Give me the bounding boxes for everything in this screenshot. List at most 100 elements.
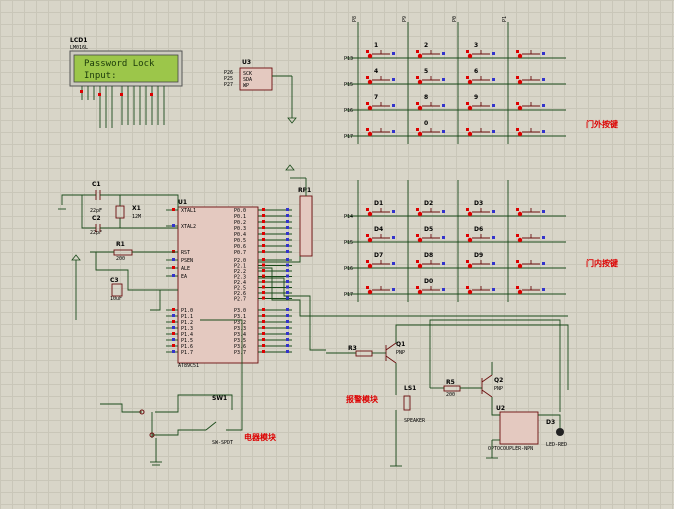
- outer-key[interactable]: 5: [416, 68, 445, 85]
- svg-text:U2: U2: [496, 405, 505, 412]
- u3-eeprom[interactable]: U3 SCK SDA WP P26 P25 P27: [224, 59, 297, 124]
- keypad-inner[interactable]: P14 D1 D2 D3 P15 D4 D5 D6 P16 D7 D8 D9 P17 D0: [344, 180, 566, 302]
- mcu-ref: U1: [178, 199, 187, 206]
- svg-text:X1: X1: [132, 205, 141, 212]
- mcu-wiring: [258, 256, 568, 351]
- svg-text:200: 200: [446, 392, 455, 398]
- outer-key-label: 0: [424, 120, 428, 127]
- outer-row-label: P15: [344, 82, 353, 88]
- svg-text:C2: C2: [92, 215, 101, 222]
- inner-key-label: D2: [424, 200, 433, 207]
- inner-key[interactable]: D0: [416, 278, 445, 295]
- mcu-pin-label: RST: [181, 250, 190, 256]
- outer-key[interactable]: [366, 128, 395, 137]
- keypad-inner-title: 门内按键: [586, 258, 618, 268]
- outer-col-label: P8: [352, 16, 358, 22]
- lcd-line1: Password Lock: [84, 59, 155, 69]
- outer-key[interactable]: 2: [416, 42, 445, 59]
- svg-text:D3: D3: [546, 419, 555, 426]
- inner-key-label: D8: [424, 252, 433, 259]
- outer-row-label: P16: [344, 108, 353, 114]
- inner-key[interactable]: D6: [466, 226, 495, 243]
- lcd-module[interactable]: LCD1 LM016L Password Lock Input:: [69, 37, 183, 128]
- outer-key[interactable]: [516, 102, 545, 111]
- inner-key-label: D9: [474, 252, 483, 259]
- outer-key[interactable]: 9: [466, 94, 495, 111]
- outer-key[interactable]: 4: [366, 68, 395, 85]
- inner-key-label: D5: [424, 226, 433, 233]
- inner-key[interactable]: [516, 286, 545, 295]
- outer-key-label: 2: [424, 42, 428, 49]
- inner-key[interactable]: D1: [366, 200, 395, 217]
- keypad-outer[interactable]: P13 1 2 3 P15 4 5 6 P16 7 8 9 P17 0 P8 P9 P0 P1: [344, 16, 566, 144]
- sw1-ref: SW1: [212, 395, 227, 402]
- outer-key[interactable]: [466, 128, 495, 137]
- mcu-pin-label: PSEN: [181, 258, 193, 264]
- svg-text:R5: R5: [446, 379, 455, 386]
- alarm-module-label: 报警模块: [346, 394, 379, 404]
- schematic-svg: LCD1 LM016L Password Lock Input: U3 SCK …: [58, 16, 618, 467]
- svg-text:LED-RED: LED-RED: [546, 442, 567, 448]
- mcu-part: AT89C51: [178, 363, 199, 369]
- schematic-canvas[interactable]: LCD1 LM016L Password Lock Input: U3 SCK …: [0, 0, 674, 509]
- outer-col-label: P0: [452, 16, 458, 22]
- inner-key[interactable]: [516, 208, 545, 217]
- outer-key-label: 7: [374, 94, 378, 101]
- motor-module-label: 电器模块: [244, 432, 277, 442]
- svg-text:C1: C1: [92, 181, 101, 188]
- svg-text:22pF: 22pF: [90, 208, 102, 214]
- lcd-part: LM016L: [70, 45, 88, 51]
- oscillator-circuit[interactable]: C1 22pF C2 22pF X1 12M: [58, 181, 179, 236]
- outer-key[interactable]: 6: [466, 68, 495, 85]
- rp1-ref: RP1: [298, 187, 311, 194]
- mcu-u1[interactable]: U1 AT89C51 XTAL1XTAL2RSTPSENALEEAP1.0P1.…: [166, 199, 292, 369]
- inner-key-label: D7: [374, 252, 383, 259]
- outer-key[interactable]: [516, 50, 545, 59]
- mcu-pin-label: P2.7: [234, 297, 246, 303]
- reset-circuit[interactable]: R1 200 C3 10uF: [71, 241, 178, 320]
- rp1-resistor-pack[interactable]: RP1: [285, 164, 313, 257]
- outer-col-label: P1: [502, 16, 508, 22]
- outer-key-label: 9: [474, 94, 478, 101]
- inner-key-label: D0: [424, 278, 433, 285]
- mcu-pin-label: P0.7: [234, 250, 246, 256]
- inner-key[interactable]: [366, 286, 395, 295]
- outer-key[interactable]: [516, 128, 545, 137]
- mcu-pin-label: XTAL1: [181, 208, 196, 214]
- keypad-outer-title: 门外按键: [586, 119, 618, 129]
- svg-text:P27: P27: [224, 82, 233, 88]
- inner-key[interactable]: D7: [366, 252, 395, 269]
- svg-text:PNP: PNP: [396, 350, 405, 356]
- svg-text:C3: C3: [110, 277, 119, 284]
- inner-key-label: D3: [474, 200, 483, 207]
- inner-key[interactable]: [466, 286, 495, 295]
- svg-text:LS1: LS1: [404, 385, 416, 392]
- inner-key[interactable]: D5: [416, 226, 445, 243]
- outer-key-label: 6: [474, 68, 478, 75]
- mcu-pin-label: XTAL2: [181, 224, 196, 230]
- outer-key-label: 5: [424, 68, 428, 75]
- inner-key[interactable]: [516, 234, 545, 243]
- outer-key[interactable]: 7: [366, 94, 395, 111]
- door-driver-circuit[interactable]: R5 200 Q2 PNP U2 OPTOCOUPLER-NPN D3 LED-…: [429, 319, 567, 459]
- inner-key-label: D4: [374, 226, 383, 233]
- outer-key[interactable]: 0: [416, 120, 445, 137]
- inner-key[interactable]: D9: [466, 252, 495, 269]
- svg-text:WP: WP: [243, 83, 249, 89]
- inner-key[interactable]: [516, 260, 545, 269]
- mcu-pin-label: P1.7: [181, 350, 193, 356]
- outer-key[interactable]: 1: [366, 42, 395, 59]
- inner-key[interactable]: D8: [416, 252, 445, 269]
- inner-key[interactable]: D4: [366, 226, 395, 243]
- svg-text:Q1: Q1: [396, 341, 405, 348]
- mcu-right-pins: P0.0P0.1P0.2P0.3P0.4P0.5P0.6P0.7P2.0P2.1…: [234, 208, 292, 356]
- inner-key[interactable]: D2: [416, 200, 445, 217]
- outer-col-label: P9: [402, 16, 408, 22]
- outer-row-label: P13: [344, 56, 353, 62]
- inner-key[interactable]: D3: [466, 200, 495, 217]
- inner-key-label: D6: [474, 226, 483, 233]
- outer-key[interactable]: 3: [466, 42, 495, 59]
- outer-key[interactable]: [516, 76, 545, 85]
- sw1-part: SW-SPDT: [212, 440, 233, 446]
- outer-key[interactable]: 8: [416, 94, 445, 111]
